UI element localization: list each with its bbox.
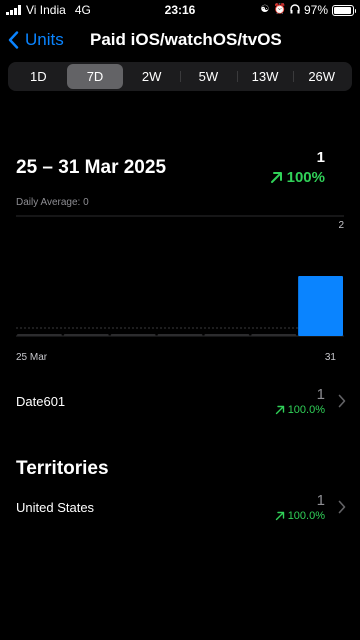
row-change: 100.0% — [275, 510, 325, 522]
segment-13w[interactable]: 13W — [236, 64, 294, 89]
bar-3 — [110, 334, 156, 336]
bar-7 — [298, 276, 343, 336]
chevron-right-icon — [338, 500, 346, 514]
navigation-bar: Units Paid iOS/watchOS/tvOS — [0, 26, 360, 56]
chevron-right-icon — [338, 394, 346, 408]
segment-26w[interactable]: 26W — [293, 64, 350, 89]
arrow-up-right-icon — [275, 405, 284, 415]
time-range-segmented-control: 1D 7D 2W 5W 13W 26W — [8, 62, 352, 91]
daily-average-label: Daily Average: 0 — [16, 197, 89, 208]
x-tick-label-start: 25 Mar — [16, 352, 48, 363]
x-tick-label-end: 31 — [325, 352, 337, 363]
row-change-value: 100.0% — [287, 510, 325, 522]
alarm-icon: ⏰ — [273, 4, 286, 15]
list-item-united-states[interactable]: United States 1 100.0% — [0, 488, 360, 532]
territories-heading: Territories — [16, 458, 109, 479]
segment-1d[interactable]: 1D — [10, 64, 67, 89]
segment-7d[interactable]: 7D — [66, 64, 124, 89]
row-label: Date601 — [16, 394, 66, 409]
page-title: Paid iOS/watchOS/tvOS — [90, 30, 282, 49]
arrow-up-right-icon — [270, 172, 282, 183]
status-bar-right: ☯ ⏰ 97% — [260, 3, 356, 17]
chart-labels: 2 25 Mar 31 — [16, 220, 344, 363]
headphones-icon — [290, 3, 300, 17]
row-value: 1 — [316, 386, 325, 403]
row-change: 100.0% — [275, 404, 325, 416]
battery-percent: 97% — [303, 3, 328, 17]
y-tick-label-max: 2 — [338, 220, 344, 231]
segment-2w[interactable]: 2W — [123, 64, 180, 89]
total-units-value: 1 — [316, 149, 325, 166]
date-range-title: 25 – 31 Mar 2025 — [16, 157, 167, 178]
bar-5 — [204, 334, 250, 336]
chart-bars — [17, 276, 343, 336]
arrow-up-right-icon — [275, 511, 284, 521]
bar-2 — [63, 334, 109, 336]
row-change-value: 100.0% — [287, 404, 325, 416]
back-button-label: Units — [25, 30, 64, 49]
list-item-date601[interactable]: Date601 1 100.0% — [0, 382, 360, 426]
status-bar: Vi India 4G 23:16 ☯ ⏰ 97% — [0, 0, 360, 20]
back-button[interactable]: Units — [8, 30, 64, 50]
segment-5w[interactable]: 5W — [180, 64, 237, 89]
battery-icon — [332, 4, 356, 16]
bar-6 — [251, 334, 297, 336]
total-change-value: 100% — [286, 169, 325, 186]
screen-rotation-lock-icon: ☯ — [260, 4, 270, 15]
chevron-left-icon — [8, 31, 19, 49]
row-value: 1 — [316, 492, 325, 509]
bar-1 — [17, 334, 62, 336]
row-label: United States — [16, 500, 95, 515]
bar-4 — [157, 334, 203, 336]
chart-grid — [16, 215, 344, 337]
units-bar-chart: 2 25 Mar 31 — [16, 215, 344, 363]
total-change: 100% — [270, 169, 325, 186]
